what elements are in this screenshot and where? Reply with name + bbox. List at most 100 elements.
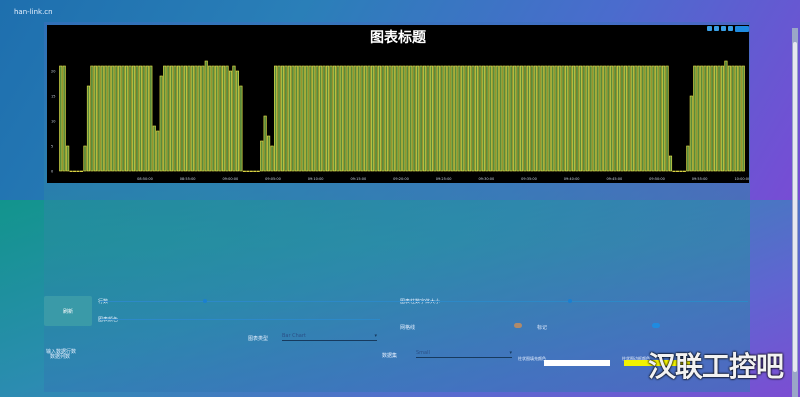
chart-bar	[69, 170, 73, 172]
chart-bar	[377, 65, 382, 172]
chart-bar	[204, 60, 208, 172]
chart-bar	[679, 170, 683, 172]
x-tick-label: 08:55:00	[180, 177, 196, 181]
chart-bar	[714, 65, 718, 172]
x-tick-label: 09:10:00	[308, 177, 324, 181]
chart-bar	[641, 65, 645, 172]
gridlines-label: 网格线	[400, 325, 416, 331]
chart-bar	[357, 65, 361, 172]
y-tick-label: 10	[51, 120, 55, 124]
chart-type-label: 图表类型	[248, 336, 269, 342]
chart-bar	[450, 65, 454, 172]
apply-button[interactable]: 刷新	[44, 296, 92, 326]
row-count-slider[interactable]	[100, 301, 400, 302]
chart-bar	[492, 65, 496, 172]
left-note-column-count: 数据列数	[50, 354, 71, 360]
chart-bar	[388, 65, 392, 172]
chart-bar	[565, 65, 569, 172]
chart-bar	[429, 65, 433, 172]
chart-bar	[239, 85, 243, 172]
fill-color-swatch[interactable]	[544, 360, 610, 366]
chart-bar	[526, 65, 531, 172]
chart-color-slider[interactable]	[100, 319, 380, 320]
zoom-in-icon[interactable]	[707, 26, 712, 31]
chart-bar	[367, 65, 371, 172]
chart-bar	[603, 65, 607, 172]
chart-bar	[443, 65, 447, 172]
chart-bar	[717, 65, 721, 172]
chart-bar	[86, 85, 90, 172]
chart-bar	[682, 170, 686, 172]
x-tick-label: 09:45:00	[606, 177, 622, 181]
bar-font-size-slider[interactable]	[400, 301, 748, 302]
x-tick-label: 09:15:00	[350, 177, 366, 181]
dataset-select[interactable]: Small ▾	[416, 350, 512, 358]
chart-toolbar	[707, 26, 749, 32]
chart-bar	[582, 65, 586, 172]
chart-bar	[166, 65, 170, 172]
chart-bar	[738, 65, 742, 172]
chart-bar	[256, 170, 260, 172]
reset-icon[interactable]	[728, 26, 733, 31]
chart-bar	[315, 65, 319, 172]
gridlines-toggle[interactable]	[514, 323, 522, 328]
chart-bar	[623, 65, 628, 172]
chart-bar	[138, 65, 142, 172]
chart-bar	[433, 65, 437, 172]
chart-bar	[228, 70, 233, 172]
zoom-out-icon[interactable]	[714, 26, 719, 31]
scrollbar-thumb[interactable]	[793, 42, 797, 372]
chart-bar	[59, 65, 63, 172]
chart-bar	[412, 65, 416, 172]
chart-bar	[121, 65, 125, 172]
chart-bar	[727, 65, 731, 172]
chart-bar	[519, 65, 524, 172]
chart-bar	[530, 65, 534, 172]
pan-icon[interactable]	[721, 26, 726, 31]
chart-bar	[513, 65, 517, 172]
chart-bar	[509, 65, 513, 172]
chart-bar	[478, 65, 482, 172]
chart-bar	[422, 65, 427, 172]
chart-bar	[481, 65, 485, 172]
chart-bar	[263, 115, 267, 172]
chart-bar	[294, 65, 298, 172]
bar-font-size-slider-thumb[interactable]	[568, 299, 572, 303]
chart-bar	[554, 65, 558, 172]
chart-type-select[interactable]: Bar Chart ▾	[282, 333, 377, 341]
chevron-down-icon: ▾	[374, 333, 377, 339]
chart-bar	[329, 65, 333, 172]
chart-bar	[194, 65, 198, 172]
chart-bar	[131, 65, 136, 172]
chart-bar	[232, 65, 236, 172]
chart-bar	[637, 65, 641, 172]
chart-bar	[125, 65, 129, 172]
chart-bar	[322, 65, 326, 172]
menu-icon[interactable]	[735, 26, 749, 32]
chart-bar	[630, 65, 634, 172]
chart-bar	[499, 65, 503, 172]
chart-bar	[298, 65, 302, 172]
chart-bar	[152, 125, 156, 172]
chart-bar	[648, 65, 652, 172]
vertical-scrollbar[interactable]	[792, 28, 798, 397]
chart-bar	[474, 65, 479, 172]
chart-bar	[707, 65, 711, 172]
chart-bar	[398, 65, 402, 172]
chart-bar	[235, 70, 239, 172]
chart-bar	[571, 65, 576, 172]
chart-bar	[665, 65, 669, 172]
chart-bar	[662, 65, 666, 172]
dataset-value: Small	[416, 350, 430, 356]
chart-bar	[114, 65, 118, 172]
chart-bar	[270, 145, 274, 172]
y-tick-label: 0	[51, 170, 53, 174]
label-toggle[interactable]	[652, 323, 660, 328]
row-count-slider-thumb[interactable]	[203, 299, 207, 303]
chart-bar	[696, 65, 700, 172]
chart-bar	[197, 65, 201, 172]
x-tick-label: 09:35:00	[521, 177, 537, 181]
chart-bar	[391, 65, 395, 172]
chart-bar	[589, 65, 593, 172]
chart-bar	[551, 65, 555, 172]
